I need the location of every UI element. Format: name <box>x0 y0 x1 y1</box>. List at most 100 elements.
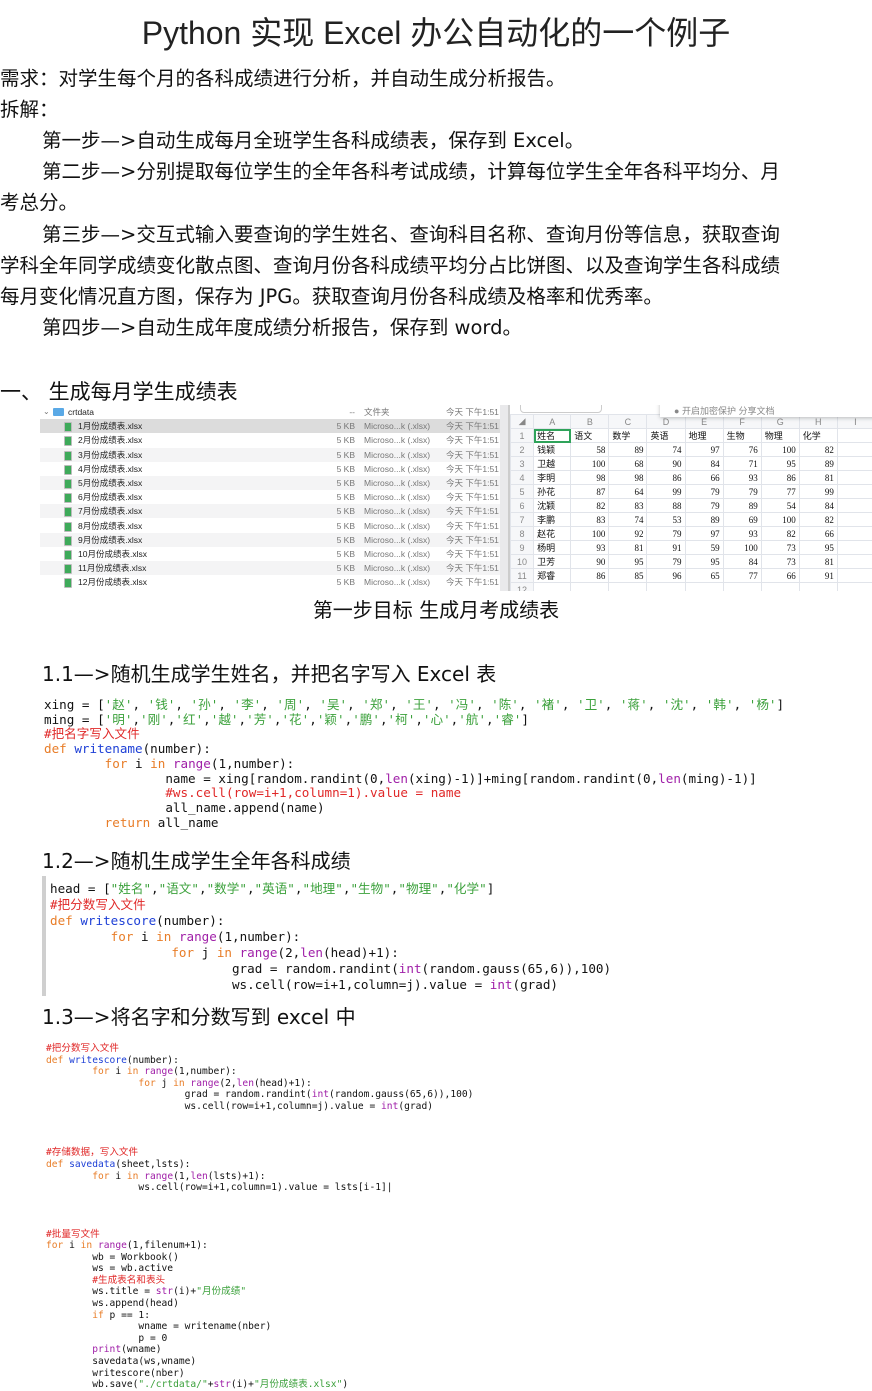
cell[interactable]: 孙花 <box>534 485 571 499</box>
cell[interactable]: 76 <box>723 443 761 457</box>
cell[interactable]: 90 <box>647 457 685 471</box>
row-number[interactable]: 7 <box>511 513 534 527</box>
column-header[interactable]: A <box>534 415 571 429</box>
header-cell[interactable]: 化学 <box>799 429 837 443</box>
cell[interactable]: 79 <box>647 527 685 541</box>
cell[interactable]: 88 <box>647 499 685 513</box>
cell[interactable] <box>837 485 872 499</box>
header-cell[interactable]: 姓名 <box>534 429 571 443</box>
cell[interactable]: 沈颖 <box>534 499 571 513</box>
cell[interactable]: 86 <box>571 569 609 583</box>
cell[interactable]: 86 <box>647 471 685 485</box>
finder-file-row[interactable]: 6月份成绩表.xlsx5 KBMicroso...k (.xlsx)今天 下午1… <box>40 490 508 504</box>
cell[interactable]: 79 <box>723 485 761 499</box>
finder-file-row[interactable]: 2月份成绩表.xlsx5 KBMicroso...k (.xlsx)今天 下午1… <box>40 433 508 447</box>
cell[interactable]: 91 <box>799 569 837 583</box>
cell[interactable] <box>761 583 799 592</box>
select-all-corner[interactable]: ◢ <box>511 415 534 429</box>
cell[interactable]: 79 <box>685 485 723 499</box>
row-number[interactable]: 6 <box>511 499 534 513</box>
header-cell[interactable]: 地理 <box>685 429 723 443</box>
header-cell[interactable]: 物理 <box>761 429 799 443</box>
row-number[interactable]: 3 <box>511 457 534 471</box>
cell[interactable]: 卫越 <box>534 457 571 471</box>
cell[interactable]: 赵花 <box>534 527 571 541</box>
finder-file-row[interactable]: 3月份成绩表.xlsx5 KBMicroso...k (.xlsx)今天 下午1… <box>40 448 508 462</box>
cell[interactable] <box>837 443 872 457</box>
cell[interactable]: 100 <box>571 457 609 471</box>
finder-file-row[interactable]: 1月份成绩表.xlsx5 KBMicroso...k (.xlsx)今天 下午1… <box>40 419 508 433</box>
cell[interactable]: 66 <box>761 569 799 583</box>
cell[interactable]: 65 <box>685 569 723 583</box>
cell[interactable]: 李鹏 <box>534 513 571 527</box>
cell[interactable]: 95 <box>761 457 799 471</box>
cell[interactable]: 77 <box>723 569 761 583</box>
row-number[interactable]: 10 <box>511 555 534 569</box>
finder-file-row[interactable]: 9月份成绩表.xlsx5 KBMicroso...k (.xlsx)今天 下午1… <box>40 533 508 547</box>
cell[interactable]: 82 <box>799 513 837 527</box>
cell[interactable]: 90 <box>571 555 609 569</box>
cell[interactable]: 68 <box>609 457 647 471</box>
header-cell[interactable]: 生物 <box>723 429 761 443</box>
cell[interactable]: 81 <box>799 471 837 485</box>
cell[interactable] <box>837 457 872 471</box>
cell[interactable] <box>837 527 872 541</box>
cell[interactable]: 84 <box>685 457 723 471</box>
cell[interactable]: 98 <box>609 471 647 485</box>
cell[interactable]: 85 <box>609 569 647 583</box>
header-cell[interactable]: 英语 <box>647 429 685 443</box>
cell[interactable] <box>534 583 571 592</box>
cell[interactable] <box>837 583 872 592</box>
cell[interactable] <box>837 429 872 443</box>
cell[interactable] <box>685 583 723 592</box>
cell[interactable]: 95 <box>685 555 723 569</box>
cell[interactable]: 66 <box>799 527 837 541</box>
cell[interactable]: 97 <box>685 527 723 541</box>
cell[interactable]: 李明 <box>534 471 571 485</box>
cell[interactable]: 77 <box>761 485 799 499</box>
cell[interactable]: 89 <box>799 457 837 471</box>
cell[interactable] <box>837 471 872 485</box>
column-header[interactable]: C <box>609 415 647 429</box>
cell[interactable]: 54 <box>761 499 799 513</box>
search-input[interactable] <box>520 405 602 413</box>
cell[interactable]: 93 <box>723 471 761 485</box>
cell[interactable]: 82 <box>571 499 609 513</box>
cell[interactable]: 98 <box>571 471 609 485</box>
row-number[interactable]: 1 <box>511 429 534 443</box>
cell[interactable]: 74 <box>609 513 647 527</box>
scrollbar[interactable] <box>500 405 508 591</box>
cell[interactable]: 100 <box>571 527 609 541</box>
cell[interactable]: 79 <box>685 499 723 513</box>
chevron-down-icon[interactable]: ⌄ <box>43 405 50 419</box>
row-number[interactable]: 9 <box>511 541 534 555</box>
cell[interactable] <box>837 541 872 555</box>
cell[interactable]: 郑睿 <box>534 569 571 583</box>
cell[interactable]: 59 <box>685 541 723 555</box>
cell[interactable]: 64 <box>609 485 647 499</box>
cell[interactable] <box>837 569 872 583</box>
cell[interactable]: 69 <box>723 513 761 527</box>
cell[interactable] <box>647 583 685 592</box>
finder-file-row[interactable]: 11月份成绩表.xlsx5 KBMicroso...k (.xlsx)今天 下午… <box>40 561 508 575</box>
cell[interactable]: 93 <box>723 527 761 541</box>
finder-file-row[interactable]: 5月份成绩表.xlsx5 KBMicroso...k (.xlsx)今天 下午1… <box>40 476 508 490</box>
cell[interactable] <box>837 555 872 569</box>
row-number[interactable]: 11 <box>511 569 534 583</box>
cell[interactable]: 92 <box>609 527 647 541</box>
cell[interactable]: 95 <box>799 541 837 555</box>
cell[interactable]: 58 <box>571 443 609 457</box>
row-number[interactable]: 2 <box>511 443 534 457</box>
header-cell[interactable]: 数学 <box>609 429 647 443</box>
cell[interactable]: 89 <box>723 499 761 513</box>
cell[interactable]: 79 <box>647 555 685 569</box>
cell[interactable]: 100 <box>761 443 799 457</box>
cell[interactable]: 83 <box>609 499 647 513</box>
cell[interactable]: 86 <box>761 471 799 485</box>
finder-file-row[interactable]: 10月份成绩表.xlsx5 KBMicroso...k (.xlsx)今天 下午… <box>40 547 508 561</box>
cell[interactable]: 73 <box>761 555 799 569</box>
cell[interactable]: 82 <box>799 443 837 457</box>
row-number[interactable]: 8 <box>511 527 534 541</box>
cell[interactable]: 73 <box>761 541 799 555</box>
cell[interactable]: 53 <box>647 513 685 527</box>
